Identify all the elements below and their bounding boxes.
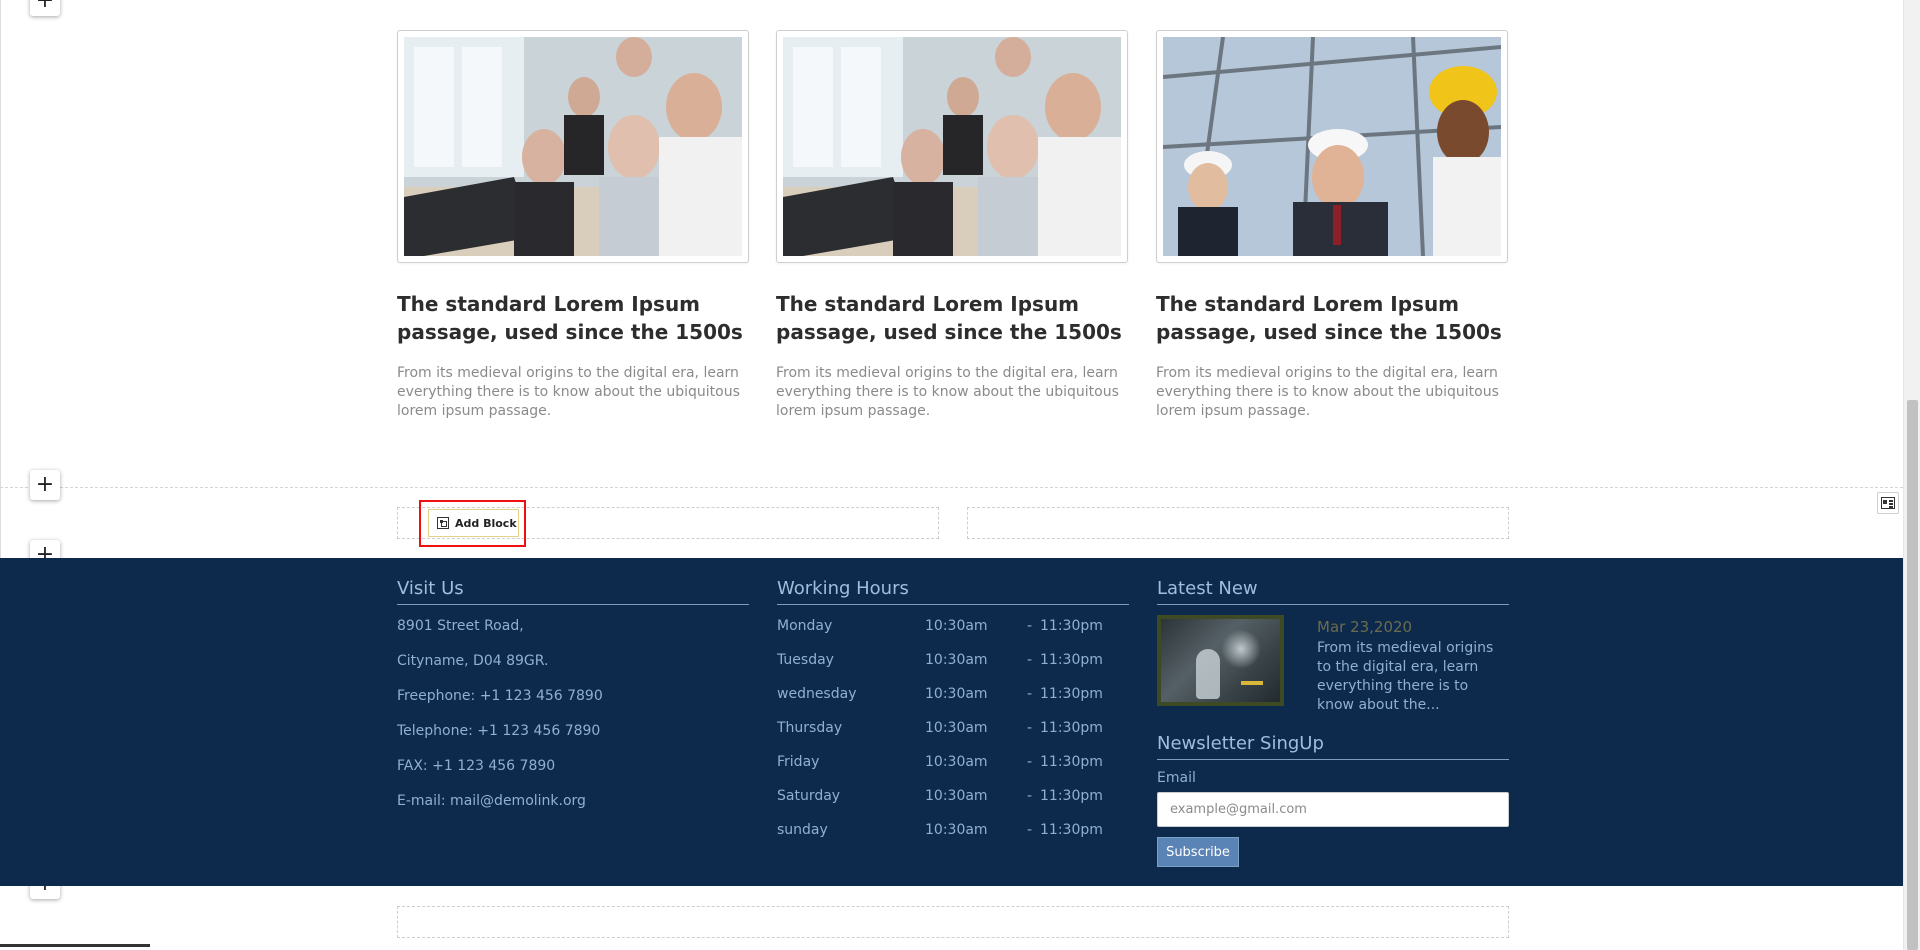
email-input[interactable]	[1157, 792, 1509, 827]
telephone-line: Telephone: +1 123 456 7890	[397, 723, 601, 739]
latest-news-heading: Latest New	[1157, 578, 1509, 605]
card-image-engineers	[1163, 37, 1501, 256]
footer-visit-us: Visit Us 8901 Street Road, Cityname, D04…	[397, 578, 749, 819]
card-image-business-team	[404, 37, 742, 256]
fax-line: FAX: +1 123 456 7890	[397, 758, 556, 774]
add-block-label: Add Block	[455, 516, 517, 530]
card-image-frame[interactable]	[776, 30, 1128, 263]
add-block-button[interactable]: Add Block	[428, 509, 519, 537]
news-date: Mar 23,2020	[1317, 618, 1413, 636]
visit-us-heading: Visit Us	[397, 578, 749, 605]
empty-block-bottom[interactable]	[397, 906, 1509, 938]
email-line[interactable]: E-mail: mail@demolink.org	[397, 784, 749, 819]
hours-row: sunday 10:30am -11:30pm	[777, 822, 1103, 838]
address-line-2: Cityname, D04 89GR.	[397, 653, 549, 669]
card-text: From its medieval origins to the digital…	[397, 365, 740, 419]
newsletter-form: Newsletter SingUp Email Subscribe	[1157, 733, 1509, 867]
hours-row: Friday 10:30am -11:30pm	[777, 754, 1103, 770]
freephone-line: Freephone: +1 123 456 7890	[397, 688, 603, 704]
news-excerpt: From its medieval origins to the digital…	[1317, 640, 1494, 713]
address-line-1: 8901 Street Road,	[397, 618, 524, 634]
card-title: The standard Lorem Ipsum passage, used s…	[1156, 292, 1502, 344]
add-section-plus-button-1[interactable]: +	[30, 470, 60, 500]
hours-row: Monday 10:30am -11:30pm	[777, 618, 1103, 634]
footer-working-hours: Working Hours Monday 10:30am -11:30pm Tues…	[777, 578, 1129, 847]
section-settings-icon[interactable]	[1877, 492, 1899, 514]
empty-block-right[interactable]	[967, 507, 1509, 539]
blog-card: The standard Lorem Ipsum passage, used s…	[397, 30, 749, 421]
card-text: From its medieval origins to the digital…	[776, 365, 1119, 419]
card-image-frame[interactable]	[1156, 30, 1508, 263]
newsletter-heading: Newsletter SingUp	[1157, 733, 1509, 760]
news-thumbnail[interactable]	[1157, 615, 1284, 706]
subscribe-button[interactable]: Subscribe	[1157, 837, 1239, 867]
plus-icon: +	[35, 472, 55, 497]
plus-icon: +	[35, 0, 55, 13]
card-title: The standard Lorem Ipsum passage, used s…	[397, 292, 743, 344]
hours-row: Tuesday 10:30am -11:30pm	[777, 652, 1103, 668]
block-icon	[437, 517, 449, 529]
card-title: The standard Lorem Ipsum passage, used s…	[776, 292, 1122, 344]
hours-row: Saturday 10:30am -11:30pm	[777, 788, 1103, 804]
hours-row: wednesday 10:30am -11:30pm	[777, 686, 1103, 702]
latest-news-item[interactable]: Mar 23,2020 From its medieval origins to…	[1157, 615, 1509, 715]
scrollbar-thumb[interactable]	[1907, 400, 1918, 950]
footer-latest-news: Latest New Mar 23,2020 From its medieval…	[1157, 578, 1509, 867]
card-image-business-team	[783, 37, 1121, 256]
footer: Visit Us 8901 Street Road, Cityname, D04…	[0, 558, 1903, 886]
blog-card: The standard Lorem Ipsum passage, used s…	[1156, 30, 1508, 421]
vertical-scrollbar[interactable]	[1903, 0, 1920, 950]
blog-card: The standard Lorem Ipsum passage, used s…	[776, 30, 1128, 421]
add-section-plus-button-top[interactable]: +	[30, 0, 60, 16]
card-text: From its medieval origins to the digital…	[1156, 365, 1499, 419]
email-label: Email	[1157, 770, 1196, 786]
hours-row: Thursday 10:30am -11:30pm	[777, 720, 1103, 736]
bottom-toolbar-edge	[0, 944, 150, 947]
working-hours-heading: Working Hours	[777, 578, 1129, 605]
section-divider	[0, 487, 1903, 488]
card-image-frame[interactable]	[397, 30, 749, 263]
